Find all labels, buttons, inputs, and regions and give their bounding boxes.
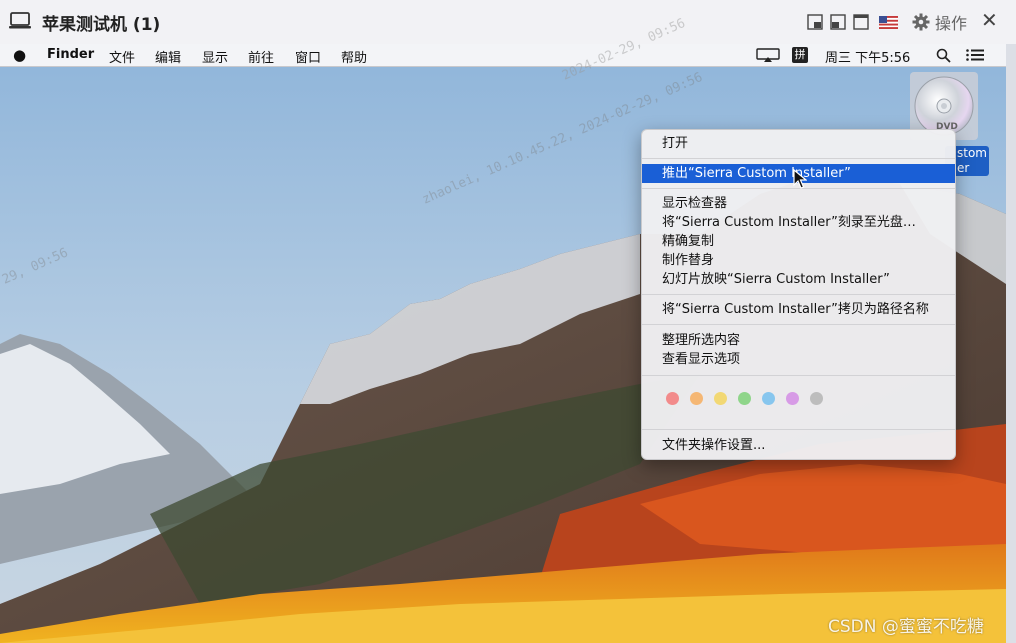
menu-item-label: 查看显示选项: [662, 352, 741, 367]
menu-item-open[interactable]: 打开: [642, 134, 955, 153]
us-flag-icon[interactable]: [879, 16, 898, 29]
dvd-label-line2: er: [957, 161, 970, 175]
vm-titlebar: 苹果测试机 (1) 操作 ✕: [0, 0, 1016, 45]
menu-item-label: 制作替身: [662, 253, 715, 268]
menu-view[interactable]: 显示: [202, 47, 228, 66]
menu-separator: [642, 294, 955, 295]
dvd-label-line1: stom: [957, 146, 987, 160]
menu-go[interactable]: 前往: [248, 47, 274, 66]
airplay-display-icon[interactable]: [756, 48, 780, 63]
menu-item-duplicate[interactable]: 精确复制: [642, 232, 955, 251]
menu-finder[interactable]: Finder: [47, 47, 94, 62]
tag-orange[interactable]: [690, 392, 703, 405]
mac-menubar: ● Finder 文件 编辑 显示 前往 窗口 帮助 拼 周三 下午5:56: [0, 44, 1006, 67]
tag-blue[interactable]: [762, 392, 775, 405]
menu-item-show-inspector[interactable]: 显示检查器: [642, 194, 955, 213]
monitor-icon: [9, 12, 31, 29]
tag-gray[interactable]: [810, 392, 823, 405]
spotlight-search-icon[interactable]: [936, 48, 951, 63]
tag-purple[interactable]: [786, 392, 799, 405]
mouse-cursor-icon: [793, 169, 807, 189]
tag-yellow[interactable]: [714, 392, 727, 405]
operations-menu[interactable]: 操作: [935, 10, 967, 34]
menu-item-make-alias[interactable]: 制作替身: [642, 251, 955, 270]
close-icon[interactable]: ✕: [981, 8, 998, 32]
vm-window-title: 苹果测试机 (1): [42, 15, 161, 35]
csdn-watermark: CSDN @蜜蜜不吃糖: [828, 617, 984, 637]
menu-item-label: 将“Sierra Custom Installer”刻录至光盘…: [662, 215, 916, 230]
input-method-icon[interactable]: 拼: [792, 47, 808, 63]
menu-window[interactable]: 窗口: [295, 47, 321, 66]
menu-item-label: 精确复制: [662, 234, 715, 249]
menu-item-clean-up-selection[interactable]: 整理所选内容: [642, 331, 955, 350]
menu-item-view-options[interactable]: 查看显示选项: [642, 350, 955, 369]
menu-item-label: 显示检查器: [662, 196, 728, 211]
menu-item-label: 打开: [662, 136, 689, 151]
menu-item-slideshow[interactable]: 幻灯片放映“Sierra Custom Installer”: [642, 270, 955, 289]
menu-edit[interactable]: 编辑: [155, 47, 181, 66]
menu-item-label: 幻灯片放映“Sierra Custom Installer”: [662, 272, 890, 287]
apple-icon[interactable]: ●: [13, 46, 26, 64]
menu-item-folder-actions-setup[interactable]: 文件夹操作设置...: [642, 436, 955, 455]
layout-bottom-left-icon[interactable]: [830, 14, 846, 30]
notification-center-icon[interactable]: [966, 49, 984, 61]
tag-green[interactable]: [738, 392, 751, 405]
menu-help[interactable]: 帮助: [341, 47, 367, 66]
menu-item-label: 文件夹操作设置...: [662, 438, 766, 453]
menu-item-label: 将“Sierra Custom Installer”拷贝为路径名称: [662, 302, 929, 317]
tag-red[interactable]: [666, 392, 679, 405]
menu-separator: [642, 324, 955, 325]
menu-item-burn-to-disc[interactable]: 将“Sierra Custom Installer”刻录至光盘…: [642, 213, 955, 232]
menu-separator: [642, 158, 955, 159]
menu-separator: [642, 375, 955, 376]
menu-item-label: 整理所选内容: [662, 333, 741, 348]
menu-file[interactable]: 文件: [109, 47, 135, 66]
gear-icon[interactable]: [912, 13, 930, 31]
menu-separator: [642, 429, 955, 430]
right-edge-strip: [1006, 44, 1016, 643]
menubar-clock[interactable]: 周三 下午5:56: [825, 47, 910, 66]
layout-bottom-right-icon[interactable]: [807, 14, 823, 30]
menu-item-label: 推出“Sierra Custom Installer”: [662, 166, 851, 181]
maximize-icon[interactable]: [853, 14, 869, 30]
menu-item-copy-pathname[interactable]: 将“Sierra Custom Installer”拷贝为路径名称: [642, 300, 955, 319]
